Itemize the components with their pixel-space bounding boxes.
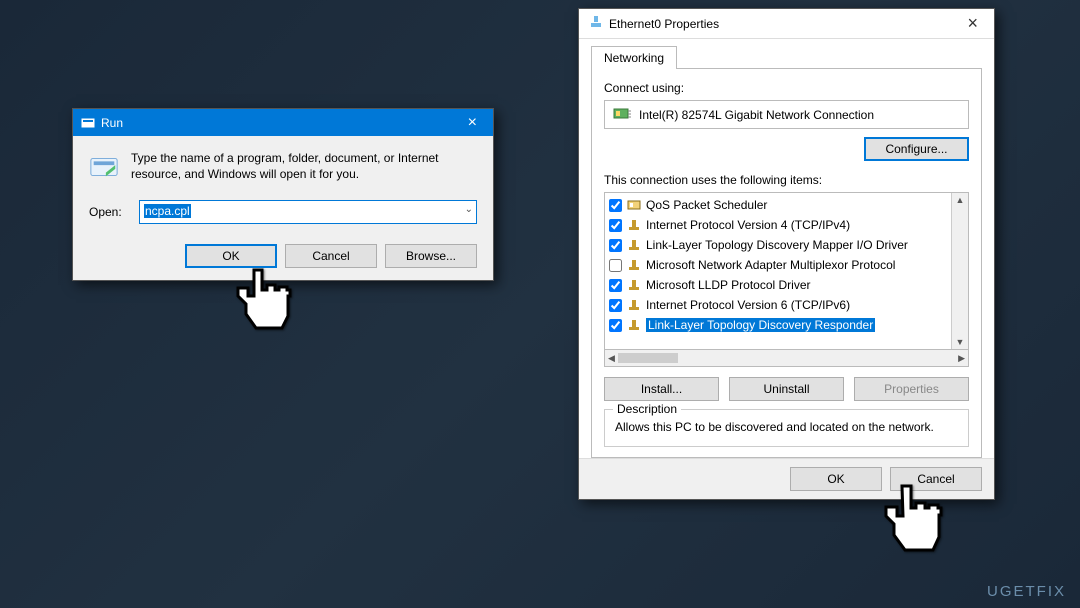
run-icon: [81, 116, 95, 130]
list-item[interactable]: Link-Layer Topology Discovery Mapper I/O…: [609, 235, 947, 255]
scrollbar-thumb[interactable]: [618, 353, 678, 363]
run-body: Type the name of a program, folder, docu…: [73, 136, 493, 280]
install-button[interactable]: Install...: [604, 377, 719, 401]
module-icon: [626, 198, 642, 212]
item-checkbox[interactable]: [609, 199, 622, 212]
item-label: Microsoft LLDP Protocol Driver: [646, 278, 811, 292]
protocol-icon: [626, 298, 642, 312]
list-item[interactable]: Microsoft LLDP Protocol Driver: [609, 275, 947, 295]
protocol-icon: [626, 318, 642, 332]
close-icon[interactable]: ×: [460, 114, 485, 132]
close-icon[interactable]: ×: [961, 13, 984, 34]
list-item[interactable]: Internet Protocol Version 6 (TCP/IPv6): [609, 295, 947, 315]
network-icon: [589, 15, 603, 32]
cancel-button[interactable]: Cancel: [285, 244, 377, 268]
properties-dialog: Ethernet0 Properties × Networking Connec…: [578, 8, 995, 500]
adapter-name: Intel(R) 82574L Gigabit Network Connecti…: [639, 108, 874, 122]
list-item[interactable]: Microsoft Network Adapter Multiplexor Pr…: [609, 255, 947, 275]
item-label: Internet Protocol Version 6 (TCP/IPv6): [646, 298, 850, 312]
cancel-button[interactable]: Cancel: [890, 467, 982, 491]
description-groupbox: Description Allows this PC to be discove…: [604, 409, 969, 447]
list-item[interactable]: Link-Layer Topology Discovery Responder: [609, 315, 947, 335]
run-dialog: Run × Type the name of a program, folder…: [72, 108, 494, 281]
scroll-down-icon[interactable]: ▼: [956, 337, 965, 347]
watermark: UGETFIX: [987, 583, 1066, 600]
run-titlebar[interactable]: Run ×: [73, 109, 493, 136]
open-label: Open:: [89, 205, 129, 219]
description-legend: Description: [613, 402, 681, 416]
adapter-icon: [613, 106, 631, 123]
protocol-icon: [626, 278, 642, 292]
item-checkbox[interactable]: [609, 219, 622, 232]
browse-button[interactable]: Browse...: [385, 244, 477, 268]
item-label: QoS Packet Scheduler: [646, 198, 767, 212]
properties-button: Properties: [854, 377, 969, 401]
item-checkbox[interactable]: [609, 319, 622, 332]
ok-button[interactable]: OK: [790, 467, 882, 491]
properties-title: Ethernet0 Properties: [609, 17, 961, 31]
open-combobox[interactable]: ncpa.cpl ⌄: [139, 200, 477, 224]
vertical-scrollbar[interactable]: ▲▼: [951, 193, 968, 349]
scroll-left-icon[interactable]: ◀: [608, 353, 615, 364]
run-program-icon: [89, 152, 119, 182]
tab-networking[interactable]: Networking: [591, 46, 677, 69]
item-label: Internet Protocol Version 4 (TCP/IPv4): [646, 218, 850, 232]
items-listbox[interactable]: QoS Packet Scheduler Internet Protocol Ve…: [604, 192, 969, 350]
list-item[interactable]: QoS Packet Scheduler: [609, 195, 947, 215]
properties-titlebar[interactable]: Ethernet0 Properties ×: [579, 9, 994, 39]
protocol-icon: [626, 218, 642, 232]
run-title: Run: [101, 116, 460, 130]
protocol-icon: [626, 238, 642, 252]
items-list-label: This connection uses the following items…: [604, 173, 969, 187]
adapter-box: Intel(R) 82574L Gigabit Network Connecti…: [604, 100, 969, 129]
open-input-selection: ncpa.cpl: [144, 204, 191, 218]
protocol-icon: [626, 258, 642, 272]
run-hint-text: Type the name of a program, folder, docu…: [131, 150, 477, 182]
configure-button[interactable]: Configure...: [864, 137, 969, 161]
item-label: Link-Layer Topology Discovery Mapper I/O…: [646, 238, 908, 252]
item-checkbox[interactable]: [609, 299, 622, 312]
item-checkbox[interactable]: [609, 239, 622, 252]
scroll-up-icon[interactable]: ▲: [956, 195, 965, 205]
item-label: Link-Layer Topology Discovery Responder: [646, 318, 875, 332]
item-checkbox[interactable]: [609, 279, 622, 292]
item-label: Microsoft Network Adapter Multiplexor Pr…: [646, 258, 895, 272]
ok-button[interactable]: OK: [185, 244, 277, 268]
description-text: Allows this PC to be discovered and loca…: [615, 420, 958, 434]
horizontal-scrollbar[interactable]: ◀ ▶: [604, 350, 969, 367]
connect-using-label: Connect using:: [604, 81, 969, 95]
properties-footer: OK Cancel: [579, 458, 994, 499]
networking-pane: Connect using: Intel(R) 82574L Gigabit N…: [591, 68, 982, 458]
item-checkbox[interactable]: [609, 259, 622, 272]
list-item[interactable]: Internet Protocol Version 4 (TCP/IPv4): [609, 215, 947, 235]
scroll-right-icon[interactable]: ▶: [958, 353, 965, 364]
uninstall-button[interactable]: Uninstall: [729, 377, 844, 401]
